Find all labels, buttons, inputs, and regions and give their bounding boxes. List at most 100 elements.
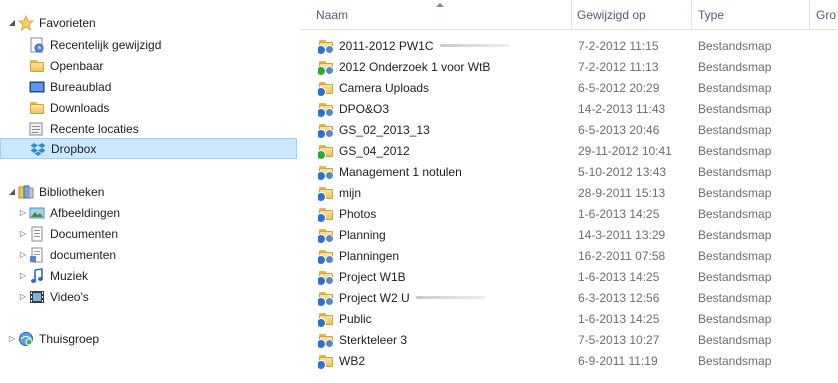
file-row[interactable]: DPO&O3 14-2-2013 11:43 Bestandsmap <box>300 98 838 119</box>
file-name: Camera Uploads <box>339 80 430 95</box>
shared-folder-icon <box>325 170 334 180</box>
file-type: Bestandsmap <box>698 143 772 158</box>
file-date: 14-3-2011 13:29 <box>578 227 666 242</box>
file-name: Planningen <box>339 248 400 263</box>
downloads-icon <box>29 100 45 116</box>
folder-icon <box>318 101 334 118</box>
column-header-modified[interactable]: Gewijzigd op <box>572 0 692 29</box>
folder-icon <box>29 58 45 74</box>
file-date: 28-9-2011 15:13 <box>578 185 666 200</box>
file-name: Public <box>339 311 372 326</box>
file-name: Project W1B <box>339 269 406 284</box>
column-header-name[interactable]: Naam <box>300 0 572 29</box>
sync-status-icon <box>318 359 326 370</box>
file-name-cell: Camera Uploads <box>318 77 573 98</box>
homegroup-icon <box>18 331 34 347</box>
collapse-arrow-icon[interactable]: ◢ <box>6 186 18 198</box>
file-row[interactable]: 2012 Onderzoek 1 voor WtB 7-2-2012 11:13 B… <box>300 56 838 77</box>
file-row[interactable]: WB2 6-9-2011 11:19 Bestandsmap <box>300 350 838 371</box>
collapse-arrow-icon[interactable]: ◢ <box>6 17 18 29</box>
file-date: 7-2-2012 11:13 <box>578 59 659 74</box>
expand-arrow-icon[interactable]: ▷ <box>6 333 18 345</box>
column-header-type[interactable]: Type <box>692 0 810 29</box>
music-icon <box>29 267 45 284</box>
file-name-cell: Management 1 notulen <box>318 161 573 182</box>
nav-libraries-label: Bibliotheken <box>39 184 105 199</box>
nav-homegroup[interactable]: ▷ Thuisgroep <box>6 328 99 349</box>
file-type: Bestandsmap <box>698 332 772 347</box>
nav-item-label: Downloads <box>50 100 110 115</box>
column-header-bar: Naam Gewijzigd op Type Gro <box>300 0 838 30</box>
expand-arrow-icon[interactable]: ▷ <box>17 270 29 282</box>
file-name: mijn <box>339 185 362 200</box>
expand-arrow-icon[interactable]: ▷ <box>17 249 29 261</box>
file-type: Bestandsmap <box>698 164 772 179</box>
file-row[interactable]: Photos 1-6-2013 14:25 Bestandsmap <box>300 203 838 224</box>
nav-item-documents-library[interactable]: ▷ documenten <box>17 244 116 265</box>
nav-item-music[interactable]: ▷ Muziek <box>17 265 88 286</box>
folder-icon <box>318 269 334 286</box>
nav-favorites-label: Favorieten <box>39 15 96 30</box>
shared-folder-icon <box>325 128 334 138</box>
folder-icon <box>318 122 334 139</box>
file-date: 5-10-2012 13:43 <box>578 164 667 179</box>
file-row[interactable]: Planning 14-3-2011 13:29 Bestandsmap <box>300 224 838 245</box>
desktop-icon <box>29 79 45 95</box>
file-row[interactable]: 2011-2012 PW1C 7-2-2012 11:15 Bestandsmap <box>300 35 838 56</box>
file-type: Bestandsmap <box>698 290 772 305</box>
file-row[interactable]: Management 1 notulen 5-10-2012 13:43 Besta… <box>300 161 838 182</box>
nav-item-desktop[interactable]: Bureaublad <box>29 76 111 97</box>
nav-item-recent-changes[interactable]: Recentelijk gewijzigd <box>29 34 161 55</box>
sync-status-icon <box>318 317 326 328</box>
nav-favorites[interactable]: ◢ Favorieten <box>6 12 96 33</box>
expand-arrow-icon[interactable]: ▷ <box>17 228 29 240</box>
nav-item-label: documenten <box>50 247 117 262</box>
nav-item-documents[interactable]: ▷ Documenten <box>17 223 118 244</box>
file-name-cell: mijn <box>318 182 573 203</box>
sync-status-icon <box>318 212 326 223</box>
file-row[interactable]: Planningen 16-2-2011 07:58 Bestandsmap <box>300 245 838 266</box>
file-row[interactable]: mijn 28-9-2011 15:13 Bestandsmap <box>300 182 838 203</box>
file-row[interactable]: Camera Uploads 6-5-2012 20:29 Bestandsmap <box>300 77 838 98</box>
nav-item-public[interactable]: Openbaar <box>29 55 103 76</box>
file-row[interactable]: GS_04_2012 29-11-2012 10:41 Bestandsmap <box>300 140 838 161</box>
file-date: 6-5-2012 20:29 <box>578 80 660 95</box>
nav-item-dropbox[interactable]: Dropbox <box>0 138 297 159</box>
file-date: 14-2-2013 11:43 <box>578 101 666 116</box>
file-name: GS_02_2013_13 <box>339 122 430 137</box>
sync-status-icon <box>318 86 326 97</box>
file-name: Photos <box>339 206 377 221</box>
nav-libraries[interactable]: ◢ Bibliotheken <box>6 181 104 202</box>
file-row[interactable]: GS_02_2013_13 6-5-2013 20:46 Bestandsmap <box>300 119 838 140</box>
nav-item-downloads[interactable]: Downloads <box>29 97 109 118</box>
nav-item-label: Openbaar <box>50 58 104 73</box>
file-date: 7-5-2013 10:27 <box>578 332 660 347</box>
file-type: Bestandsmap <box>698 59 772 74</box>
file-row[interactable]: Project W2 U 6-3-2013 12:56 Bestandsmap <box>300 287 838 308</box>
recent-locations-icon <box>29 121 45 137</box>
nav-item-recent-locations[interactable]: Recente locaties <box>29 118 139 139</box>
folder-icon <box>318 290 334 307</box>
expand-arrow-icon[interactable]: ▷ <box>17 207 29 219</box>
documents-library-icon <box>29 247 45 263</box>
column-header-size[interactable]: Gro <box>810 0 838 29</box>
redaction-mark <box>439 44 510 47</box>
nav-item-label: Recentelijk gewijzigd <box>50 37 162 52</box>
column-header-size-label: Gro <box>816 7 837 22</box>
expand-arrow-icon[interactable]: ▷ <box>17 291 29 303</box>
file-type: Bestandsmap <box>698 185 772 200</box>
sync-status-icon <box>318 149 326 160</box>
nav-item-videos[interactable]: ▷ Video's <box>17 286 89 307</box>
file-row[interactable]: Public 1-6-2013 14:25 Bestandsmap <box>300 308 838 329</box>
nav-item-pictures[interactable]: ▷ Afbeeldingen <box>17 202 120 223</box>
file-name: Planning <box>339 227 386 242</box>
shared-folder-icon <box>325 254 334 264</box>
file-type: Bestandsmap <box>698 101 772 116</box>
nav-item-label: Muziek <box>50 268 89 283</box>
file-date: 7-2-2012 11:15 <box>578 38 659 53</box>
folder-icon <box>318 353 334 370</box>
file-row[interactable]: Sterkteleer 3 7-5-2013 10:27 Bestandsmap <box>300 329 838 350</box>
file-list: Naam Gewijzigd op Type Gro 2011-2012 PW1… <box>300 0 838 383</box>
file-row[interactable]: Project W1B 1-6-2013 14:25 Bestandsmap <box>300 266 838 287</box>
file-name-cell: 2012 Onderzoek 1 voor WtB <box>318 56 573 77</box>
